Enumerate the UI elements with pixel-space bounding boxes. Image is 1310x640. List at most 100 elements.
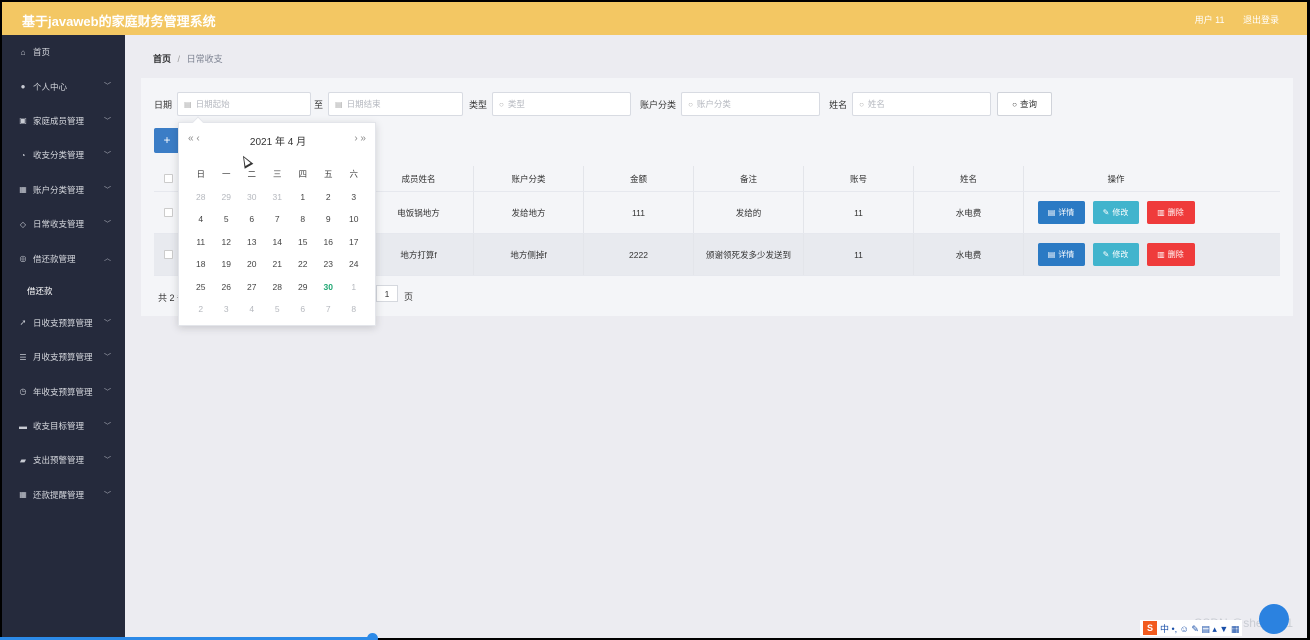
calendar-day[interactable]: 4 [239,304,265,314]
logout-link[interactable]: 退出登录 [1243,15,1279,25]
header-account-no: 账号 [804,166,914,191]
calendar-day[interactable]: 8 [341,304,367,314]
calendar-day[interactable]: 19 [214,259,240,269]
calendar-day[interactable]: 12 [214,237,240,247]
calendar-icon: ▤ [335,99,343,109]
add-button[interactable]: + [154,128,180,153]
edit-button[interactable]: ✎ 修改 [1092,243,1139,266]
menu-icon: ☰ [19,352,27,362]
breadcrumb: 首页 / 日常收支 [153,52,223,65]
cell-account: 地方侧掉f [474,234,584,275]
list-icon: ▦ [19,185,27,195]
page-number-input[interactable]: 1 [376,285,398,302]
trash-icon: ▥ [1157,208,1165,217]
sidebar-item-loan[interactable]: ◎ 借还款管理 ︿ [2,241,125,275]
detail-button[interactable]: ▤ 详情 [1037,243,1085,266]
compass-icon: ◎ [19,254,27,264]
calendar-day[interactable]: 9 [316,214,342,224]
calendar-day-today[interactable]: 30 [316,282,342,292]
sidebar-item-home[interactable]: ⌂ 首页 [2,35,125,69]
calendar-day[interactable]: 14 [265,237,291,247]
calendar-day[interactable]: 30 [239,192,265,202]
calendar-day[interactable]: 16 [316,237,342,247]
calendar-day[interactable]: 26 [214,282,240,292]
sidebar-item-yearly-budget[interactable]: ◷ 年收支预算管理 ﹀ [2,375,125,409]
calendar-day[interactable]: 20 [239,259,265,269]
account-placeholder: 账户分类 [696,99,731,109]
sidebar-item-label: 日收支预算管理 [33,317,93,328]
calendar-day[interactable]: 7 [316,304,342,314]
date-start-input[interactable]: ▤ 日期起始 [177,92,312,116]
calendar-day[interactable]: 28 [188,192,214,202]
row-checkbox[interactable] [164,208,173,217]
calendar-day[interactable]: 15 [290,237,316,247]
sidebar-item-profile[interactable]: ● 个人中心 ﹀ [2,69,125,103]
calendar-day[interactable]: 23 [316,259,342,269]
edit-button[interactable]: ✎ 修改 [1092,201,1139,224]
sidebar-item-daily[interactable]: ◇ 日常收支管理 ﹀ [2,207,125,241]
calendar-day[interactable]: 21 [265,259,291,269]
calendar-day[interactable]: 29 [214,192,240,202]
sidebar-item-target[interactable]: ▬ 收支目标管理 ﹀ [2,409,125,443]
calendar-day[interactable]: 28 [265,282,291,292]
calendar-day[interactable]: 22 [290,259,316,269]
name-input[interactable]: ○ 姓名 [852,92,992,116]
calendar-day[interactable]: 10 [341,214,367,224]
date-end-input[interactable]: ▤ 日期结束 [328,92,464,116]
type-input[interactable]: ○ 类型 [492,92,632,116]
select-all-checkbox[interactable] [164,174,173,183]
calendar-day[interactable]: 17 [341,237,367,247]
calendar-day[interactable]: 5 [265,304,291,314]
search-icon: ○ [499,99,504,109]
thumbs-up-icon: ▰ [19,455,27,465]
detail-button[interactable]: ▤ 详情 [1037,201,1085,224]
calendar-day[interactable]: 25 [188,282,214,292]
sidebar-item-warning[interactable]: ▰ 支出预警管理 ﹀ [2,443,125,477]
calendar-day[interactable]: 6 [290,304,316,314]
calendar-day[interactable]: 11 [188,237,214,247]
calendar-day[interactable]: 5 [214,214,240,224]
sidebar-item-daily-budget[interactable]: ➚ 日收支预算管理 ﹀ [2,306,125,340]
sidebar-item-label: 账户分类管理 [33,184,85,195]
sidebar-item-account-category[interactable]: ▦ 账户分类管理 ﹀ [2,173,125,207]
delete-label: 删除 [1167,208,1184,217]
floating-action-button[interactable] [1259,604,1289,634]
ime-tools-icons[interactable]: 中 •, ☺ ✎ ▤ ▴ ▼ ▦ [1160,622,1239,635]
row-checkbox[interactable] [164,250,173,259]
next-month-year-icons[interactable]: › » [354,133,366,144]
calendar-day[interactable]: 13 [239,237,265,247]
sidebar-item-category[interactable]: ◔ 收支分类管理 ﹀ [2,138,125,172]
edit-label: 修改 [1112,250,1129,259]
calendar-day[interactable]: 6 [239,214,265,224]
top-bar: 基于javaweb的家庭财务管理系统 用户 11 退出登录 [2,2,1307,35]
calendar-day[interactable]: 27 [239,282,265,292]
delete-button[interactable]: ▥ 删除 [1146,243,1195,266]
name-label: 姓名 [829,99,848,110]
calendar-day[interactable]: 2 [188,304,214,314]
calendar-day[interactable]: 7 [265,214,291,224]
date-label: 日期 [154,99,173,110]
sidebar-item-reminder[interactable]: ▦ 还款提醒管理 ﹀ [2,478,125,512]
sidebar-item-monthly-budget[interactable]: ☰ 月收支预算管理 ﹀ [2,340,125,374]
calendar-day[interactable]: 18 [188,259,214,269]
calendar-day[interactable]: 1 [290,192,316,202]
calendar-day[interactable]: 2 [316,192,342,202]
delete-button[interactable]: ▥ 删除 [1146,201,1195,224]
account-input[interactable]: ○ 账户分类 [681,92,821,116]
calendar-day[interactable]: 1 [341,282,367,292]
calendar-day[interactable]: 29 [290,282,316,292]
calendar-day[interactable]: 24 [341,259,367,269]
calendar-day[interactable]: 31 [265,192,291,202]
calendar-day[interactable]: 3 [214,304,240,314]
sidebar-item-family-members[interactable]: ▣ 家庭成员管理 ﹀ [2,104,125,138]
cell-account-no: 11 [804,234,914,275]
search-button[interactable]: ○ 查询 [997,92,1053,116]
calendar-day[interactable]: 3 [341,192,367,202]
user-name[interactable]: 用户 11 [1195,15,1225,25]
sidebar-subitem-loan[interactable]: 借还款 [2,276,125,306]
calendar-day[interactable]: 4 [188,214,214,224]
video-progress-handle[interactable] [367,633,378,640]
calendar-day[interactable]: 8 [290,214,316,224]
ime-logo-icon[interactable]: S [1143,621,1157,635]
breadcrumb-home[interactable]: 首页 [153,54,171,64]
